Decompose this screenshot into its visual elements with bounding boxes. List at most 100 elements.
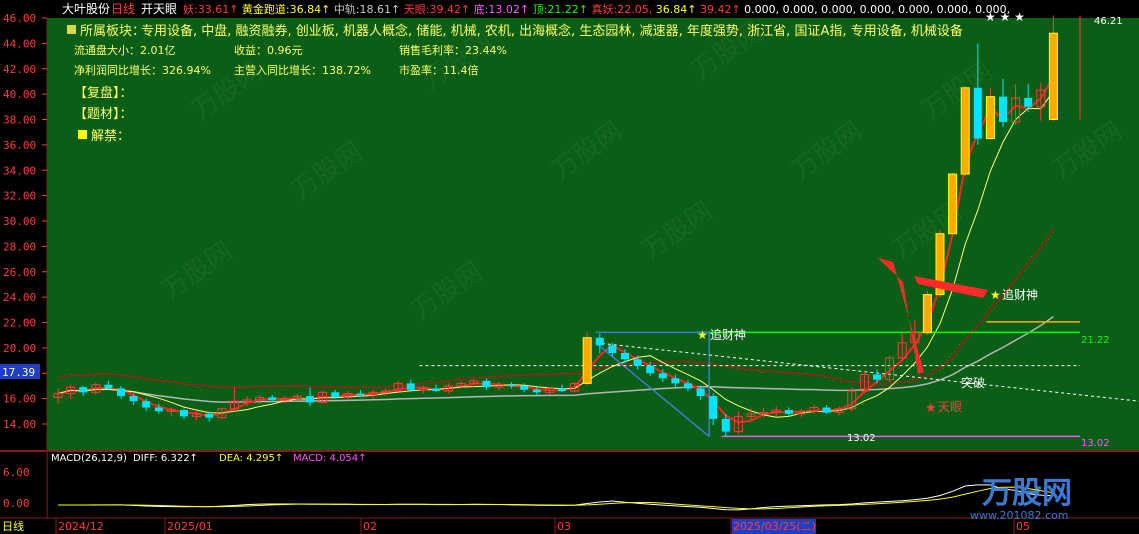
stock-name: 大叶股份 (62, 2, 110, 16)
macd-title: MACD(26,12,9) (51, 453, 127, 464)
fupan-label[interactable]: 【复盘】： (74, 85, 133, 101)
macd-diff: DIFF: 6.322↑ (133, 453, 198, 464)
price-tick: 14.00 (3, 418, 36, 431)
price-tick: 34.00 (3, 164, 36, 177)
candle-body-down (784, 410, 793, 414)
candle-body-down (709, 396, 718, 419)
tianyan-star-icon: ★ (925, 401, 937, 416)
zhuicaishen-label-1: 追财神 (710, 327, 746, 342)
candle-body-down (129, 396, 138, 402)
info-cell: 主营入同比增长：138.72% (234, 63, 371, 77)
candle-body-down (482, 380, 491, 388)
candle-body-down (999, 96, 1007, 123)
candle-body-down (331, 392, 340, 398)
candle-body-down (104, 384, 113, 389)
header-item-6: 真妖:22.05, (592, 2, 656, 16)
candle[interactable] (948, 172, 958, 237)
high-label: 46.21 (1094, 16, 1123, 27)
candle-body-down (658, 373, 667, 379)
signal-stars: ★ ★ ★ (985, 10, 1025, 24)
candle-body-down (822, 407, 831, 413)
info-cell: 收益：0.96元 (234, 43, 303, 57)
period-label[interactable]: 日线 (111, 2, 135, 16)
candle-body-down (973, 87, 982, 139)
current-price: 17.39 (2, 366, 35, 379)
price-tick: 42.00 (3, 63, 36, 76)
info-cell: 市盈率：11.4倍 (399, 63, 479, 77)
header-item-8: 39.42↑ (700, 3, 744, 16)
candle-body-down (117, 388, 125, 397)
candle-body-up (922, 294, 932, 334)
price-tick: 28.00 (3, 240, 36, 253)
candle-body-down (608, 345, 617, 353)
candle-body-down (180, 410, 188, 417)
candle-body-up (985, 96, 995, 140)
candle-body-down (873, 374, 881, 380)
sector-label: 所属板块： (80, 24, 145, 39)
price-tick: 30.00 (3, 215, 36, 228)
price-tick: 32.00 (3, 190, 36, 203)
header-item-3: 天眼:39.42↑ (404, 3, 474, 16)
candle-body-down (633, 359, 642, 366)
bottom-line-label: 13.02 (1081, 438, 1110, 449)
header-item-7: 36.84↑ (656, 3, 700, 16)
tupo-label: 突破 (961, 375, 985, 390)
kline-chart[interactable]: 万股网 万股网 万股网万股网万股网 万股网万股网 万股网万股网万股网 万股网 万股网 大叶股… (0, 0, 1139, 534)
price-tick: 24.00 (3, 291, 36, 304)
candle-body-down (507, 384, 516, 387)
header-item-2: 中轨:18.61↑ (334, 2, 404, 16)
candle-body-down (154, 407, 163, 412)
price-tick: 40.00 (3, 88, 36, 101)
candle-body-down (1024, 97, 1033, 107)
macd-tick: 0.00 (3, 497, 30, 510)
header-item-1: 黄金跑道:36.84↑ (242, 2, 334, 16)
price-tick: 26.00 (3, 266, 36, 279)
date-label: 2025/01 (167, 520, 213, 533)
brand-url: www.201082.com (970, 509, 1068, 522)
price-tick: 38.00 (3, 114, 36, 127)
price-tick: 22.00 (3, 317, 36, 330)
sector-value: 专用设备, 中盘, 融资融券, 创业板, 机器人概念, 储能, 机械, 农机, … (141, 23, 963, 39)
chart-window: 万股网 万股网 万股网 万股网 万股网 万股网 万股网 万股网 万股网 万股网 万股网 万股网 大叶股… (0, 0, 1139, 534)
date-label: 2025/03/25(二) (733, 520, 816, 533)
candle-body-down (621, 352, 629, 360)
candle-body-down (696, 388, 705, 397)
date-label: 03 (557, 520, 571, 533)
date-label: 02 (363, 520, 377, 533)
candle-body-up (1048, 32, 1058, 120)
candle-body-down (142, 401, 151, 408)
indicator-name[interactable]: 开天眼 (141, 2, 177, 16)
candle[interactable] (582, 332, 592, 386)
candle-body-down (532, 389, 541, 393)
price-tick: 20.00 (3, 342, 36, 355)
date-axis-period[interactable]: 日线 (2, 519, 24, 533)
candle-body-down (558, 388, 566, 392)
candle-body-down (406, 383, 415, 390)
candle[interactable] (960, 86, 970, 177)
macd-value: MACD: 4.054↑ (293, 453, 367, 464)
price-tick: 44.00 (3, 37, 36, 50)
macd-axis: 6.00 0.00 (3, 466, 30, 510)
ticai-label[interactable]: 【题材】： (74, 107, 133, 122)
candle-body-down (595, 337, 604, 346)
macd-tick: 6.00 (3, 466, 30, 479)
price-tick: 16.00 (3, 393, 36, 406)
candle-body-down (205, 413, 214, 418)
candle-body-down (671, 378, 680, 384)
candle-body-up (960, 87, 970, 175)
price-tick: 36.00 (3, 139, 36, 152)
macd-dea: DEA: 4.295↑ (219, 453, 283, 464)
indicator-values: 妖:33.61↑ 黄金跑道:36.84↑ 中轨:18.61↑ 天眼:39.42↑… (183, 2, 1010, 16)
candle-body-down (646, 365, 655, 374)
jiejin-bullet-icon (78, 130, 87, 139)
info-cell: 流通盘大小：2.01亿 (74, 43, 176, 57)
header-item-4: 底:13.02↑ (474, 2, 533, 16)
candle-body-down (356, 393, 365, 396)
jiejin-label[interactable]: 解禁： (91, 129, 130, 144)
zhuicaishen-label-2: 追财神 (1002, 287, 1038, 302)
zhuicaishen-star-icon-2: ★ (990, 288, 1001, 302)
candle-body-down (268, 397, 277, 400)
candle-body-down (520, 385, 529, 390)
date-label: 2024/12 (58, 520, 104, 533)
candle[interactable] (922, 290, 932, 336)
